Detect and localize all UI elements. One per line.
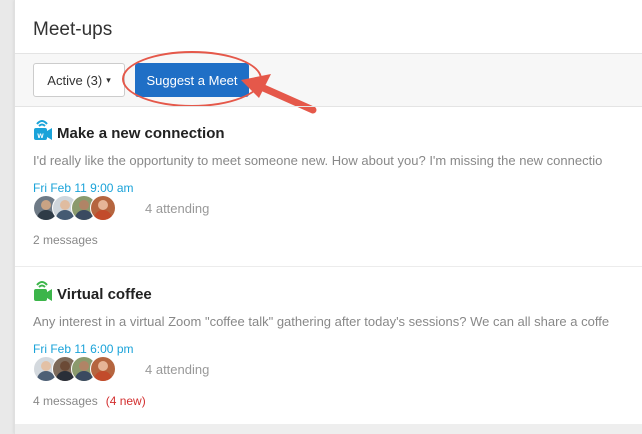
messages-count[interactable]: 4 messages (4 new) xyxy=(33,394,146,408)
page-title: Meet-ups xyxy=(33,19,113,40)
avatar xyxy=(90,195,116,221)
new-messages-badge: (4 new) xyxy=(105,394,146,408)
messages-count[interactable]: 2 messages xyxy=(33,233,98,247)
meetups-panel: Meet-ups Active (3) ▾ Suggest a Meet w M… xyxy=(14,0,642,434)
meetup-date: Fri Feb 11 6:00 pm xyxy=(33,342,134,356)
item-divider xyxy=(15,266,642,267)
attending-count: 4 attending xyxy=(145,201,210,216)
toolbar-divider xyxy=(15,106,642,107)
attending-count: 4 attending xyxy=(145,362,210,377)
attendee-avatars[interactable] xyxy=(33,195,116,221)
filter-label: Active (3) xyxy=(47,72,103,88)
meetup-title[interactable]: Make a new connection xyxy=(57,125,225,142)
messages-label: 4 messages xyxy=(33,394,98,408)
blue-video-camera-icon: w xyxy=(34,120,52,140)
bottom-edge xyxy=(15,424,642,434)
pointer-arrow-icon xyxy=(241,74,317,114)
messages-label: 2 messages xyxy=(33,233,98,247)
meetup-description: Any interest in a virtual Zoom "coffee t… xyxy=(33,314,610,329)
avatar xyxy=(90,356,116,382)
filter-dropdown[interactable]: Active (3) ▾ xyxy=(33,63,125,97)
svg-text:w: w xyxy=(36,131,44,140)
meetup-date: Fri Feb 11 9:00 am xyxy=(33,181,134,195)
attendee-avatars[interactable] xyxy=(33,356,116,382)
meetup-description: I'd really like the opportunity to meet … xyxy=(33,153,603,168)
meetup-title[interactable]: Virtual coffee xyxy=(57,286,152,303)
chevron-down-icon: ▾ xyxy=(106,74,111,85)
green-video-camera-icon xyxy=(34,281,52,301)
